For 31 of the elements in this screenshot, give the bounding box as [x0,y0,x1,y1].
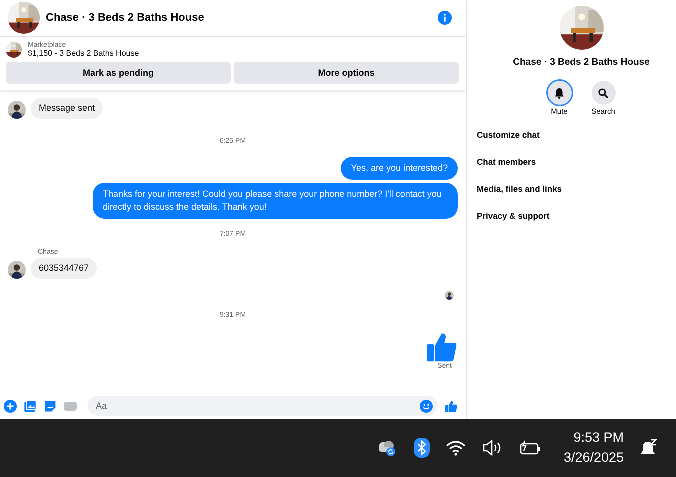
incoming-message: Message sent [31,98,104,119]
bell-icon[interactable] [640,439,658,457]
menu-item[interactable]: Customize chat [477,130,540,140]
wifi-icon[interactable] [446,440,466,456]
thumbs-up-icon [426,331,458,363]
listing-action-button[interactable]: Mark as pending [6,62,231,84]
chat-title: Chase · 3 Beds 2 Baths House [513,57,650,68]
thumbs-up-icon[interactable] [445,400,458,412]
listing-summary: $1,150 - 3 Beds 2 Baths House [28,49,140,58]
mute-button[interactable] [548,81,572,105]
menu-item[interactable]: Chat members [477,157,536,167]
outgoing-message: Yes, are you interested? [341,157,458,180]
chat-title: Chase · 3 Beds 2 Baths House [46,12,204,24]
image-icon[interactable] [24,400,37,412]
clock-time[interactable]: 9:53 PM [574,428,624,448]
search-button[interactable] [592,81,616,105]
sticker-icon[interactable] [44,400,57,412]
info-icon[interactable] [438,11,452,25]
clock-date[interactable]: 3/26/2025 [564,448,624,468]
bluetooth-icon[interactable] [414,438,430,458]
plus-icon[interactable] [4,400,17,412]
menu-item[interactable]: Privacy & support [477,211,550,221]
battery-icon[interactable] [520,440,542,456]
emoji-icon[interactable] [420,400,433,412]
listing-action-button[interactable]: More options [234,62,459,84]
incoming-message: 6035344767 [31,258,98,279]
outgoing-message: Thanks for your interest! Could you please share your phone number? I'll contact you directly to discuss the details. Thank you! [93,183,458,219]
message-input[interactable]: Aa [88,396,438,416]
bell-icon [554,88,565,98]
search-icon [598,88,609,98]
menu-item[interactable]: Media, files and links [477,184,562,194]
